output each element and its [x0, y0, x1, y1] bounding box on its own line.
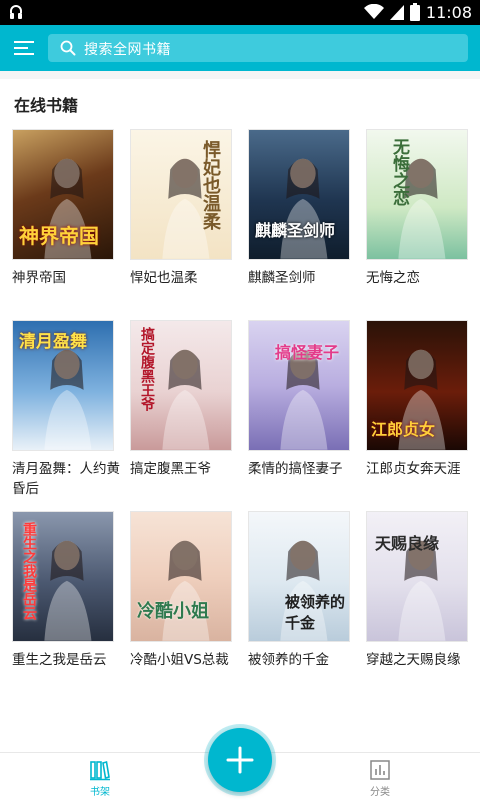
cover-title-text: 神界帝国	[19, 224, 99, 248]
battery-icon	[409, 3, 420, 21]
book-item[interactable]: 江郎贞女 江郎贞女奔天涯	[366, 320, 468, 479]
book-item[interactable]: 麒麟圣剑师 麒麟圣剑师	[248, 129, 350, 288]
cover-title-text: 搞怪妻子	[275, 343, 340, 362]
cover-title-text: 江郎贞女	[371, 420, 436, 439]
cover-title-text: 冷酷小姐	[137, 601, 209, 622]
book-title[interactable]: 搞定腹黑王爷	[130, 459, 242, 479]
book-title[interactable]: 冷酷小姐VS总裁	[130, 650, 242, 670]
book-item[interactable]: 神界帝国 神界帝国	[12, 129, 114, 288]
book-item[interactable]: 无悔之恋 无悔之恋	[366, 129, 468, 288]
book-title[interactable]: 清月盈舞：人约黄昏后	[12, 459, 124, 499]
status-bar: 11:08	[0, 0, 480, 25]
category-icon	[370, 760, 390, 780]
cover-illustration	[398, 158, 446, 259]
signal-icon	[389, 5, 404, 20]
book-item[interactable]: 搞定腹黑王爷 搞定腹黑王爷	[130, 320, 232, 479]
add-icon	[226, 746, 254, 774]
search-placeholder: 搜索全网书籍	[84, 42, 171, 58]
app-bar: 搜索全网书籍	[0, 25, 480, 71]
cover-title-text: 天赐良缘	[375, 534, 440, 553]
tab-bookshelf[interactable]: 书架	[60, 753, 140, 800]
menu-button[interactable]	[14, 38, 34, 58]
cover-title-text: 无悔之恋	[389, 138, 409, 206]
book-cover[interactable]: 搞定腹黑王爷	[130, 320, 232, 451]
book-cover[interactable]: 麒麟圣剑师	[248, 129, 350, 260]
cover-title-text: 搞定腹黑王爷	[139, 327, 155, 411]
book-cover[interactable]: 被领养的千金	[248, 511, 350, 642]
cover-title-text: 清月盈舞	[19, 332, 87, 352]
bookshelf-icon	[90, 760, 110, 781]
cover-title-text: 悍妃也温柔	[200, 140, 221, 230]
cover-title-text: 重生之我是岳云	[21, 522, 37, 620]
book-title[interactable]: 无悔之恋	[366, 268, 478, 288]
search-input[interactable]: 搜索全网书籍	[48, 34, 468, 62]
book-cover[interactable]: 重生之我是岳云	[12, 511, 114, 642]
header-divider	[0, 71, 480, 79]
wifi-icon	[363, 4, 384, 19]
book-cover[interactable]: 江郎贞女	[366, 320, 468, 451]
book-item[interactable]: 搞怪妻子 柔情的搞怪妻子	[248, 320, 350, 479]
headset-icon	[10, 5, 22, 19]
book-cover[interactable]: 冷酷小姐	[130, 511, 232, 642]
book-cover[interactable]: 天赐良缘	[366, 511, 468, 642]
book-title[interactable]: 被领养的千金	[248, 650, 360, 670]
book-cover[interactable]: 悍妃也温柔	[130, 129, 232, 260]
add-button[interactable]	[208, 728, 272, 792]
book-item[interactable]: 清月盈舞 清月盈舞：人约黄昏后	[12, 320, 120, 499]
book-title[interactable]: 穿越之天赐良缘	[366, 650, 478, 670]
book-title[interactable]: 重生之我是岳云	[12, 650, 124, 670]
tab-bookshelf-label: 书架	[90, 787, 110, 798]
book-cover[interactable]: 神界帝国	[12, 129, 114, 260]
search-icon	[60, 40, 76, 56]
book-title[interactable]: 神界帝国	[12, 268, 124, 288]
tab-category[interactable]: 分类	[340, 753, 420, 800]
book-title[interactable]: 江郎贞女奔天涯	[366, 459, 478, 479]
menu-icon	[14, 41, 34, 55]
cover-title-text: 麒麟圣剑师	[255, 221, 336, 240]
book-item[interactable]: 重生之我是岳云 重生之我是岳云	[12, 511, 114, 670]
book-item[interactable]: 冷酷小姐 冷酷小姐VS总裁	[130, 511, 232, 670]
section-title: 在线书籍	[14, 96, 79, 115]
book-cover[interactable]: 搞怪妻子	[248, 320, 350, 451]
book-item[interactable]: 天赐良缘 穿越之天赐良缘	[366, 511, 468, 670]
book-item[interactable]: 悍妃也温柔 悍妃也温柔	[130, 129, 232, 288]
book-title[interactable]: 柔情的搞怪妻子	[248, 459, 360, 479]
status-time: 11:08	[425, 2, 472, 22]
cover-title-text: 被领养的千金	[285, 593, 346, 632]
tab-category-label: 分类	[370, 787, 390, 798]
book-item[interactable]: 被领养的千金 被领养的千金	[248, 511, 350, 670]
book-cover[interactable]: 无悔之恋	[366, 129, 468, 260]
book-cover[interactable]: 清月盈舞	[12, 320, 114, 451]
book-title[interactable]: 悍妃也温柔	[130, 268, 242, 288]
book-title[interactable]: 麒麟圣剑师	[248, 268, 360, 288]
